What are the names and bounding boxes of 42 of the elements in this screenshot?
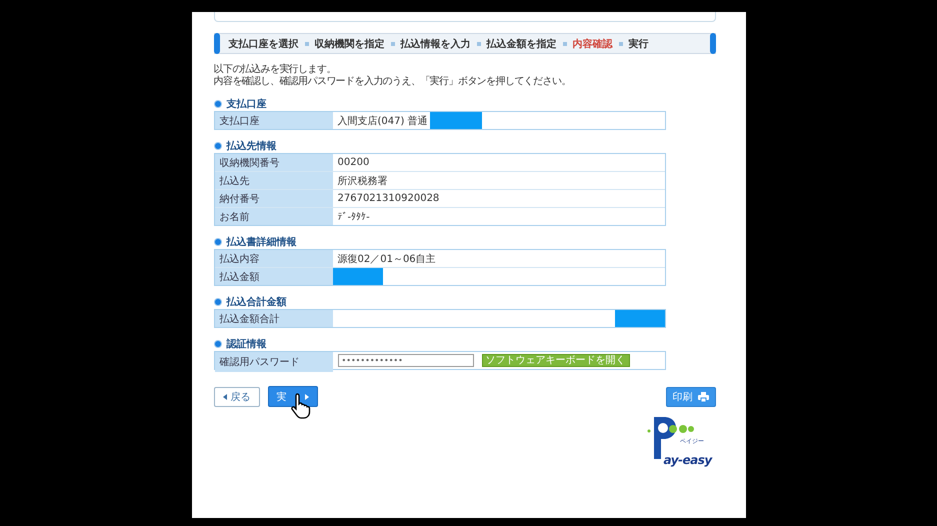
row-label: 払込内容 <box>214 250 332 267</box>
section-title: 払込書詳細情報 <box>226 236 296 249</box>
step-label: 払込金額を指定 <box>486 37 556 50</box>
section-title: 払込合計金額 <box>226 296 286 309</box>
row-label: 払込金額 <box>214 268 332 285</box>
step-label: 払込情報を入力 <box>400 38 470 50</box>
step-label: 実行 <box>628 37 648 50</box>
instruction-text: 以下の払込みを実行します。 <box>214 64 337 76</box>
section-title: 支払口座 <box>226 97 266 111</box>
row-label: お名前 <box>214 208 332 225</box>
step-label: 収納機関を指定 <box>314 37 384 50</box>
row-value: 2767021310920028 <box>336 193 440 204</box>
row-label: 払込金額合計 <box>214 310 332 327</box>
caret-left-icon <box>222 394 226 400</box>
section-title: 認証情報 <box>226 338 266 351</box>
logo-text: ay-easy <box>664 453 712 467</box>
row-label: 支払口座 <box>214 112 332 129</box>
step-label: 内容確認 <box>572 37 612 50</box>
row-value: ﾃﾞ-ﾀﾀｹ- <box>336 210 370 222</box>
row-label: 収納機関番号 <box>214 154 332 171</box>
hand-cursor-icon <box>290 393 312 419</box>
row-value: 入間支店(047) 普通 <box>336 114 428 128</box>
section-title: 払込先情報 <box>226 140 276 153</box>
bullet-icon <box>214 142 222 150</box>
bullet-icon <box>214 238 222 246</box>
print-button[interactable]: 印刷 <box>666 386 716 406</box>
bullet-icon <box>214 100 222 108</box>
row-label: 納付番号 <box>214 190 332 207</box>
password-field[interactable]: ••••••••••••• <box>338 354 474 367</box>
caret-right-icon <box>304 394 308 400</box>
software-keyboard-button[interactable]: ソフトウェアキーボードを開く <box>482 354 630 367</box>
row-label: 払込先 <box>214 172 332 189</box>
back-button[interactable]: 戻る <box>214 386 260 406</box>
bullet-icon <box>214 298 222 306</box>
row-label: 確認用パスワード <box>214 352 332 372</box>
instruction-text: 内容を確認し、確認用パスワードを入力のうえ、「実行」ボタンを押してください。 <box>214 76 572 88</box>
printer-icon <box>698 392 708 402</box>
step-label: 支払口座を選択 <box>228 37 298 50</box>
row-value: 00200 <box>336 157 370 168</box>
row-value: 源復02／01～06自主 <box>336 252 436 266</box>
row-value: 所沢税務署 <box>336 174 388 188</box>
bullet-icon <box>214 340 222 348</box>
